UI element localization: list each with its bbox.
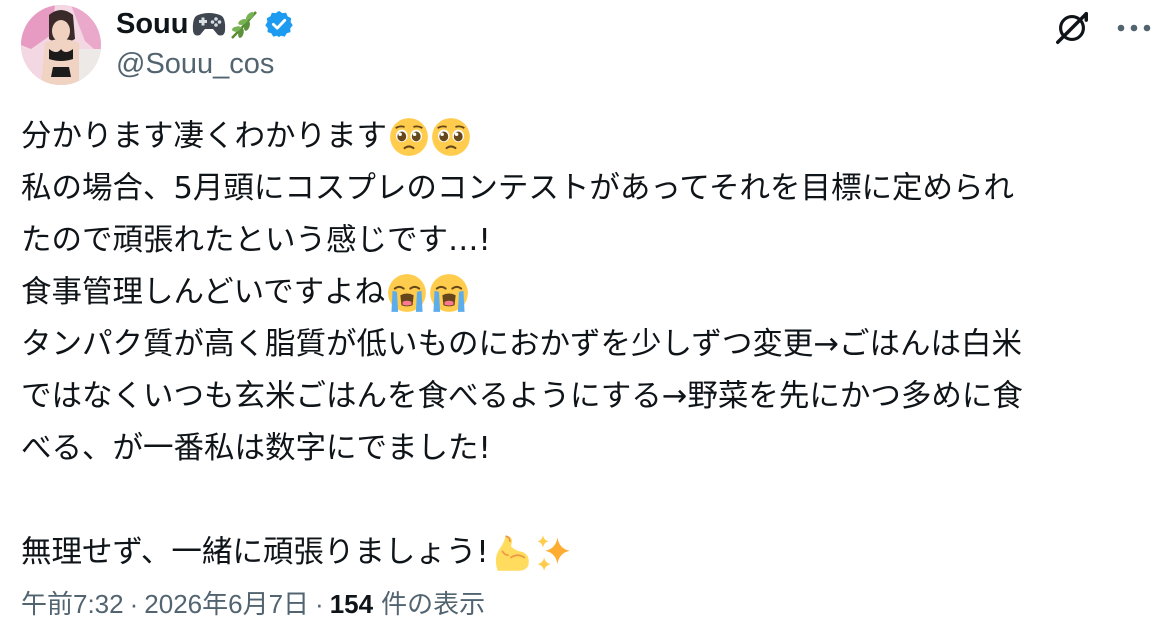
flexed-biceps-emoji	[491, 533, 531, 573]
tweet-actions-top	[1050, 8, 1156, 48]
verified-badge-icon	[264, 10, 293, 38]
name-emojis	[190, 8, 260, 40]
tweet-line-text: べる、が一番私は数字にでました!	[21, 431, 491, 466]
tweet-line: ではなくいつも玄米ごはんを食べるようにする→野菜を先にかつ多めに食	[21, 371, 1156, 423]
pleading-face-emoji	[431, 117, 471, 157]
author-handle[interactable]: @Souu_cos	[116, 46, 274, 82]
loudly-crying-face-emoji	[429, 273, 469, 313]
tweet-line: タンパク質が高く脂質が低いものにおかずを少しずつ変更→ごはんは白米	[21, 319, 1156, 371]
avatar[interactable]	[21, 5, 101, 85]
herb-emoji	[230, 11, 257, 39]
tweet-line: たので頑張れたという感じです…!	[21, 215, 1156, 267]
tweet-line: 無理せず、一緒に頑張りましょう!	[21, 527, 1156, 579]
tweet-line-text: タンパク質が高く脂質が低いものにおかずを少しずつ変更→ごはんは白米	[21, 327, 1022, 362]
loudly-crying-face-emoji	[387, 273, 427, 313]
tweet-card: Souu @Souu_cos 分かります凄くわかります 私の場合、5月頭にコスプ…	[0, 0, 1174, 630]
tweet-line-text: たので頑張れたという感じです…!	[21, 223, 491, 258]
tweet-line-text: 無理せず、一緒に頑張りましょう!	[21, 535, 489, 570]
video-game-controller-emoji	[192, 13, 225, 36]
tweet-line: べる、が一番私は数字にでました!	[21, 423, 1156, 475]
tweet-line: 分かります凄くわかります	[21, 111, 1156, 163]
tweet-line: 私の場合、5月頭にコスプレのコンテストがあってそれを目標に定められ	[21, 163, 1156, 215]
meta-separator: ·	[129, 589, 139, 619]
tweet-line-text: 私の場合、5月頭にコスプレのコンテストがあってそれを目標に定められ	[21, 171, 1014, 206]
tweet-line-text: 分かります凄くわかります	[21, 119, 387, 154]
pleading-face-emoji	[389, 117, 429, 157]
tweet-line-text: ではなくいつも玄米ごはんを食べるようにする→野菜を先にかつ多めに食	[21, 379, 1023, 414]
views-label[interactable]: 件の表示	[381, 586, 485, 622]
tweet-meta: 午前7:32 · 2026年6月7日 · 154 件の表示	[21, 586, 485, 622]
tweet-time[interactable]: 午前7:32	[21, 586, 124, 622]
more-options-icon[interactable]	[1112, 8, 1156, 48]
tweet-text: 分かります凄くわかります 私の場合、5月頭にコスプレのコンテストがあってそれを目…	[21, 111, 1156, 579]
tweet-line-text: 食事管理しんどいですよね	[21, 275, 386, 310]
display-name-text[interactable]: Souu	[116, 6, 189, 42]
author-display-name[interactable]: Souu	[116, 6, 294, 42]
meta-separator: ·	[315, 589, 324, 619]
sparkles-emoji	[533, 533, 573, 573]
tweet-line: 食事管理しんどいですよね	[21, 267, 1156, 319]
grok-icon[interactable]	[1050, 8, 1094, 48]
views-count[interactable]: 154	[330, 586, 373, 622]
tweet-date[interactable]: 2026年6月7日	[144, 586, 309, 622]
